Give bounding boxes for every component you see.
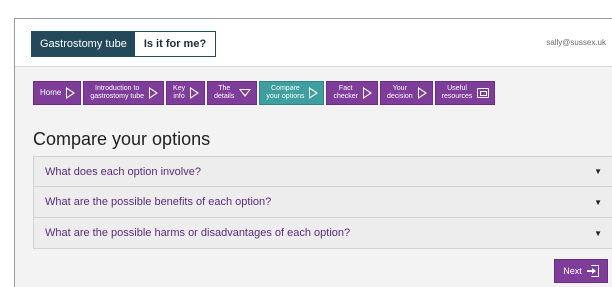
triangle-right-icon bbox=[363, 87, 372, 99]
accordion-item-involve[interactable]: What does each option involve? ▼ bbox=[33, 156, 612, 187]
nav-label-line2: info bbox=[173, 93, 185, 100]
nav-item-your-decision[interactable]: Your decision bbox=[380, 81, 433, 105]
user-email[interactable]: sally@sussex.uk bbox=[546, 38, 606, 47]
resources-icon bbox=[477, 88, 490, 98]
nav-label: Your decision bbox=[387, 85, 413, 101]
nav-item-the-details[interactable]: The details bbox=[207, 81, 258, 105]
nav-item-introduction[interactable]: Introduction to gastrostomy tube bbox=[83, 81, 165, 105]
triangle-right-icon bbox=[417, 87, 427, 99]
nav-label-line2: decision bbox=[387, 93, 413, 100]
triangle-right-icon bbox=[190, 87, 200, 99]
brand-subtitle: Is it for me? bbox=[134, 32, 216, 56]
accordion-item-benefits[interactable]: What are the possible benefits of each o… bbox=[33, 187, 612, 218]
accordion-label: What are the possible harms or disadvant… bbox=[45, 227, 351, 239]
brand-logo[interactable]: Gastrostomy tube Is it for me? bbox=[31, 31, 217, 57]
nav-label: The details bbox=[214, 85, 234, 101]
nav-label: Key info bbox=[173, 85, 185, 101]
nav-item-useful-resources[interactable]: Useful resources bbox=[434, 81, 496, 105]
header: Gastrostomy tube Is it for me? sally@sus… bbox=[15, 19, 612, 67]
nav-label-line2: your options bbox=[266, 93, 305, 100]
nav-label: Fact checker bbox=[333, 85, 358, 101]
main-nav: Home Introduction to gastrostomy tube Key… bbox=[33, 81, 496, 105]
triangle-down-icon bbox=[239, 89, 252, 97]
nav-label: Compare your options bbox=[266, 85, 304, 101]
next-label: Next bbox=[563, 266, 582, 276]
nav-label-line1: Useful bbox=[447, 85, 467, 92]
accordion-label: What are the possible benefits of each o… bbox=[45, 196, 272, 208]
triangle-right-icon bbox=[66, 87, 76, 99]
app-frame: Gastrostomy tube Is it for me? sally@sus… bbox=[14, 18, 612, 287]
nav-label-line2: details bbox=[214, 93, 235, 100]
accordion-label: What does each option involve? bbox=[45, 165, 201, 178]
next-button[interactable]: Next bbox=[554, 259, 608, 283]
nav-label-line1: Introduction to bbox=[95, 85, 140, 92]
nav-label-line2: checker bbox=[333, 93, 358, 100]
accordion-item-harms[interactable]: What are the possible harms or disadvant… bbox=[33, 218, 612, 249]
nav-label-line2: gastrostomy tube bbox=[90, 93, 145, 100]
nav-item-fact-checker[interactable]: Fact checker bbox=[326, 81, 378, 105]
nav-label: Home bbox=[40, 88, 62, 97]
nav-label-line2: resources bbox=[441, 93, 473, 100]
nav-label-line1: Your bbox=[392, 85, 407, 92]
caret-down-icon: ▼ bbox=[594, 228, 602, 238]
nav-item-compare-your-options[interactable]: Compare your options bbox=[259, 81, 325, 105]
nav-label: Introduction to gastrostomy tube bbox=[90, 85, 144, 101]
triangle-right-icon bbox=[309, 87, 319, 99]
nav-item-home[interactable]: Home bbox=[33, 81, 82, 105]
nav-label-line1: Key bbox=[173, 85, 186, 92]
nav-label-line1: Fact bbox=[338, 85, 353, 92]
options-accordion: What does each option involve? ▼ What ar… bbox=[33, 156, 612, 249]
brand-title: Gastrostomy tube bbox=[32, 32, 135, 56]
caret-down-icon: ▼ bbox=[594, 167, 602, 176]
page-title: Compare your options bbox=[33, 129, 211, 149]
caret-down-icon: ▼ bbox=[594, 197, 602, 207]
nav-item-key-info[interactable]: Key info bbox=[166, 81, 206, 105]
nav-label-line1: The bbox=[218, 85, 231, 92]
enter-arrow-icon bbox=[586, 265, 599, 277]
nav-label-line1: Compare bbox=[271, 85, 300, 92]
triangle-right-icon bbox=[149, 87, 159, 99]
nav-label: Useful resources bbox=[442, 85, 473, 101]
